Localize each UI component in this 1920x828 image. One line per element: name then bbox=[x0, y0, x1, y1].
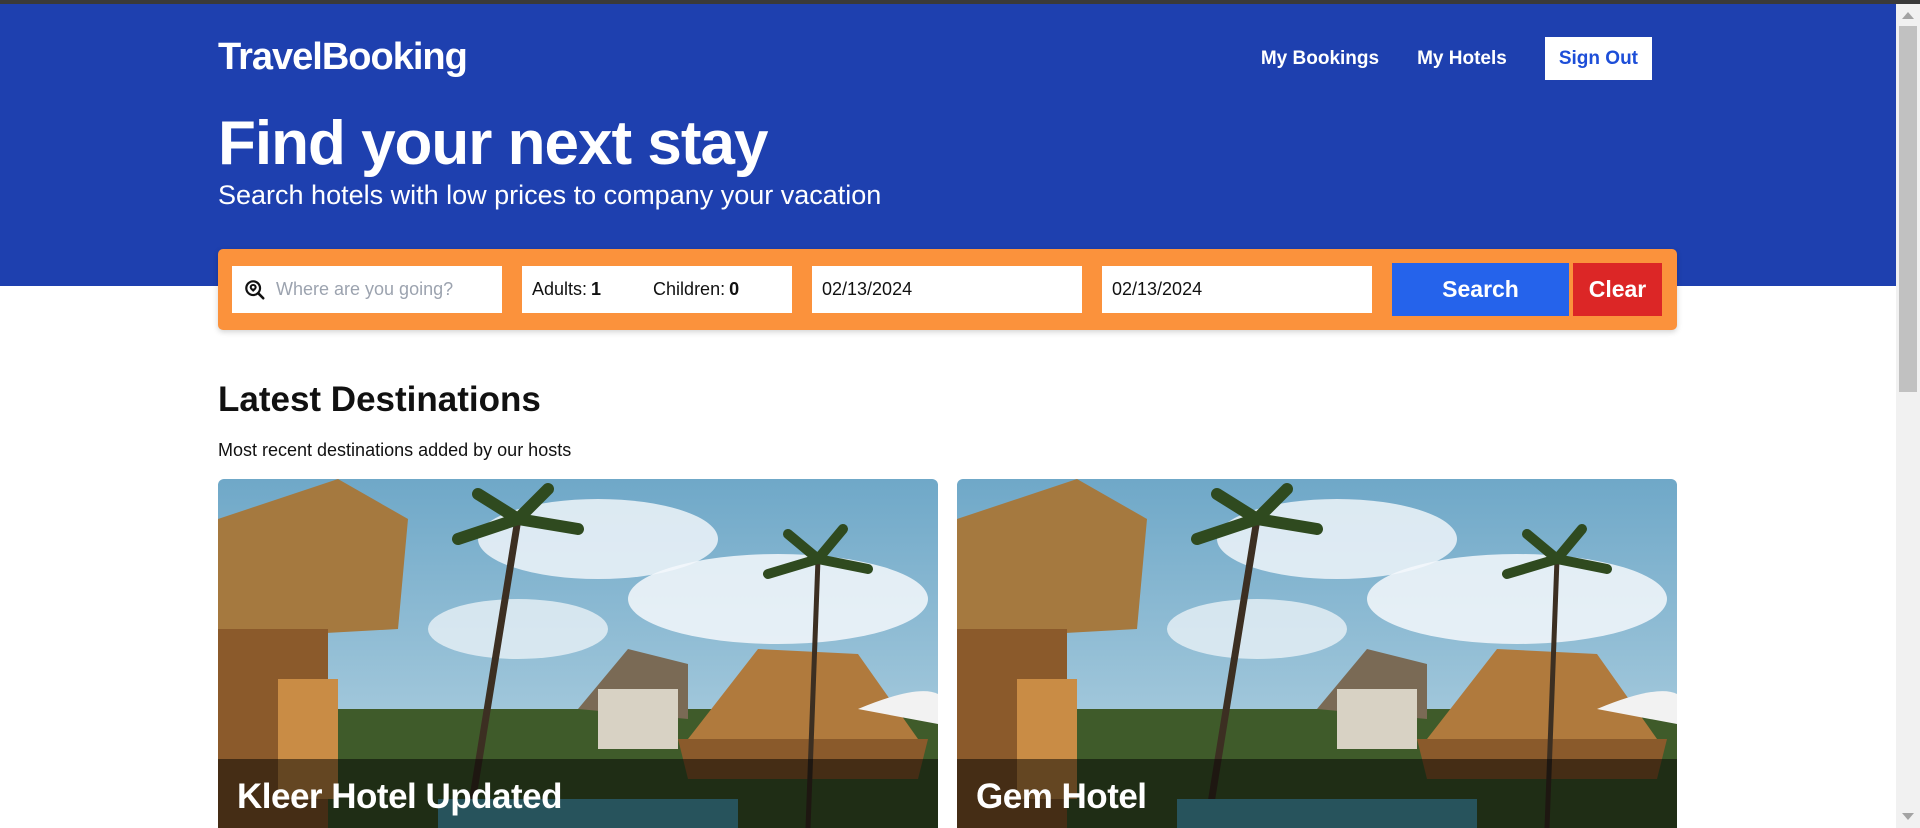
adults-input[interactable]: Adults: 1 bbox=[532, 279, 601, 300]
nav-my-bookings[interactable]: My Bookings bbox=[1261, 48, 1379, 70]
check-out-date-input[interactable]: 02/13/2024 bbox=[1102, 266, 1372, 313]
hero-subtitle: Search hotels with low prices to company… bbox=[218, 180, 882, 210]
scroll-up-arrow-icon[interactable] bbox=[1902, 12, 1914, 19]
hero-title: Find your next stay bbox=[218, 109, 768, 178]
search-button[interactable]: Search bbox=[1392, 263, 1569, 316]
latest-destinations-subtitle: Most recent destinations added by our ho… bbox=[218, 440, 572, 460]
adults-label: Adults: bbox=[532, 279, 588, 299]
check-out-value: 02/13/2024 bbox=[1112, 279, 1203, 299]
scrollbar-thumb[interactable] bbox=[1899, 26, 1917, 392]
destination-card-name: Gem Hotel bbox=[957, 759, 1677, 828]
destination-card-name: Kleer Hotel Updated bbox=[218, 759, 938, 828]
children-value: 0 bbox=[729, 279, 740, 299]
destination-field[interactable]: Where are you going? bbox=[232, 266, 502, 313]
search-bar: Where are you going? Adults: 1 Children:… bbox=[218, 249, 1677, 330]
page-scrollbar[interactable] bbox=[1896, 4, 1920, 828]
check-in-value: 02/13/2024 bbox=[822, 279, 913, 299]
top-nav: My Bookings My Hotels Sign Out bbox=[1261, 37, 1652, 80]
children-label: Children: bbox=[653, 279, 726, 299]
brand-logo[interactable]: TravelBooking bbox=[218, 36, 468, 79]
adults-value: 1 bbox=[591, 279, 602, 299]
guests-field: Adults: 1 Children: 0 bbox=[522, 266, 792, 313]
search-location-icon bbox=[245, 279, 265, 300]
scroll-down-arrow-icon[interactable] bbox=[1902, 813, 1914, 820]
sign-out-button[interactable]: Sign Out bbox=[1544, 37, 1652, 80]
clear-button[interactable]: Clear bbox=[1573, 263, 1662, 316]
nav-my-hotels[interactable]: My Hotels bbox=[1417, 48, 1507, 70]
check-in-date-input[interactable]: 02/13/2024 bbox=[812, 266, 1082, 313]
destination-placeholder: Where are you going? bbox=[276, 279, 454, 299]
destination-card[interactable]: Kleer Hotel Updated bbox=[218, 479, 938, 828]
destination-card[interactable]: Gem Hotel bbox=[957, 479, 1677, 828]
children-input[interactable]: Children: 0 bbox=[653, 279, 739, 300]
hero-header: TravelBooking My Bookings My Hotels Sign… bbox=[0, 4, 1896, 286]
latest-destinations-title: Latest Destinations bbox=[218, 380, 541, 419]
